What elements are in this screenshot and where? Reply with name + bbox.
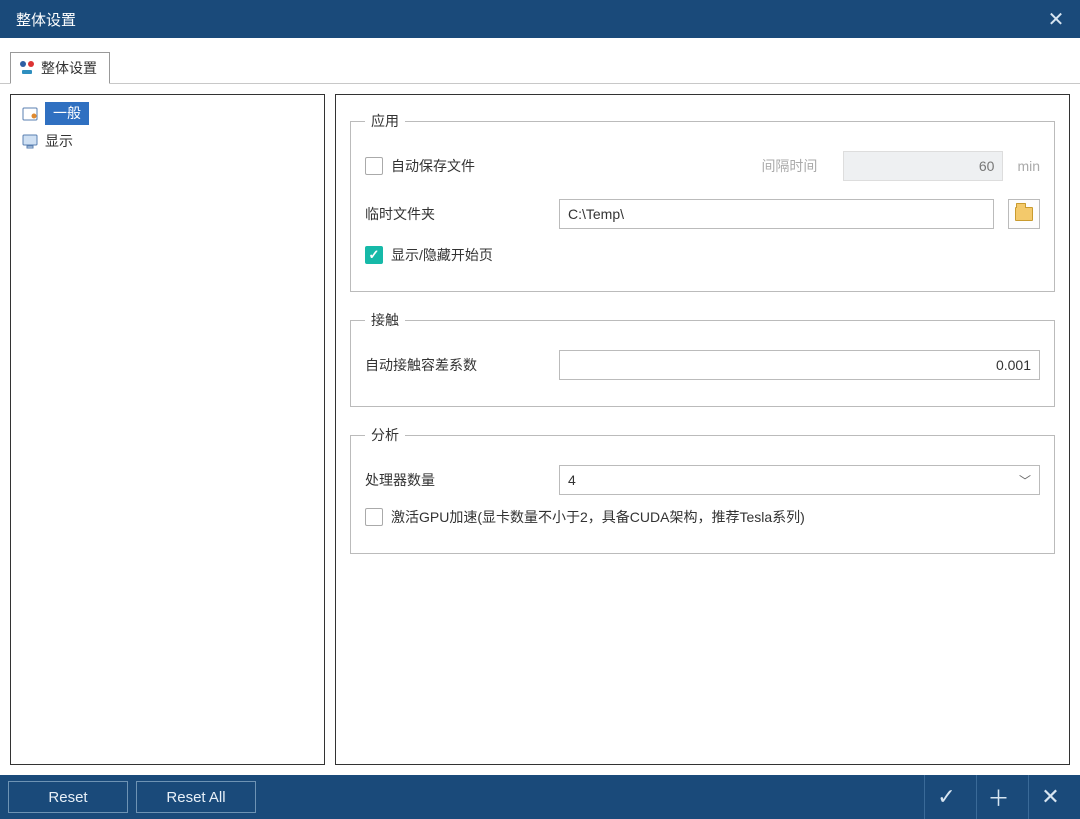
autosave-checkbox[interactable]: 自动保存文件 <box>365 156 475 176</box>
autosave-label: 自动保存文件 <box>391 156 475 176</box>
tab-label: 整体设置 <box>41 58 97 78</box>
checkbox-icon <box>365 157 383 175</box>
sidebar: 一般 显示 <box>10 94 325 765</box>
confirm-icon[interactable]: ✓ <box>924 775 968 819</box>
ncpu-value: 4 <box>568 472 576 488</box>
checkbox-icon <box>365 508 383 526</box>
footer: Reset Reset All ✓ ＋ ✕ <box>0 775 1080 819</box>
sidebar-item-general[interactable]: 一般 <box>15 99 320 128</box>
content-panel: 应用 自动保存文件 间隔时间 60 min 临时文件夹 <box>335 94 1070 765</box>
contact-tol-label: 自动接触容差系数 <box>365 355 545 375</box>
sidebar-item-display[interactable]: 显示 <box>15 128 320 154</box>
browse-button[interactable] <box>1008 199 1040 229</box>
folder-icon <box>1015 207 1033 221</box>
interval-label: 间隔时间 <box>749 156 829 176</box>
group-contact: 接触 自动接触容差系数 <box>350 310 1055 407</box>
reset-all-button[interactable]: Reset All <box>136 781 256 813</box>
close-icon[interactable]: ✕ <box>1044 7 1068 32</box>
add-icon[interactable]: ＋ <box>976 775 1020 819</box>
showhome-checkbox[interactable]: 显示/隐藏开始页 <box>365 245 493 265</box>
contact-tol-input[interactable] <box>559 350 1040 380</box>
showhome-label: 显示/隐藏开始页 <box>391 245 493 265</box>
group-legend: 接触 <box>365 310 405 330</box>
tempdir-label: 临时文件夹 <box>365 204 545 224</box>
tab-strip: 整体设置 <box>0 38 1080 84</box>
group-application: 应用 自动保存文件 间隔时间 60 min 临时文件夹 <box>350 111 1055 292</box>
sidebar-item-label: 一般 <box>45 102 89 125</box>
close-icon[interactable]: ✕ <box>1028 775 1072 819</box>
general-icon <box>21 105 39 123</box>
ncpu-label: 处理器数量 <box>365 470 545 490</box>
reset-button[interactable]: Reset <box>8 781 128 813</box>
gpu-checkbox[interactable]: 激活GPU加速(显卡数量不小于2，具备CUDA架构，推荐Tesla系列) <box>365 507 805 527</box>
group-legend: 应用 <box>365 111 405 131</box>
checkbox-icon <box>365 246 383 264</box>
sidebar-item-label: 显示 <box>45 131 73 151</box>
window-title: 整体设置 <box>16 9 76 30</box>
group-legend: 分析 <box>365 425 405 445</box>
interval-field: 60 <box>843 151 1003 181</box>
chevron-down-icon: ﹀ <box>1019 472 1031 489</box>
ncpu-select[interactable]: 4 ﹀ <box>559 465 1040 495</box>
tab-overall-settings[interactable]: 整体设置 <box>10 52 110 84</box>
titlebar: 整体设置 ✕ <box>0 0 1080 38</box>
main-area: 一般 显示 应用 自动保存文件 间隔时间 60 <box>0 84 1080 775</box>
gpu-label: 激活GPU加速(显卡数量不小于2，具备CUDA架构，推荐Tesla系列) <box>391 507 805 527</box>
interval-unit: min <box>1017 158 1040 174</box>
settings-icon <box>19 60 35 76</box>
tempdir-input[interactable] <box>559 199 994 229</box>
display-icon <box>21 132 39 150</box>
group-analysis: 分析 处理器数量 4 ﹀ 激活GPU加速(显卡数量不小于2，具备CUDA架构，推… <box>350 425 1055 554</box>
